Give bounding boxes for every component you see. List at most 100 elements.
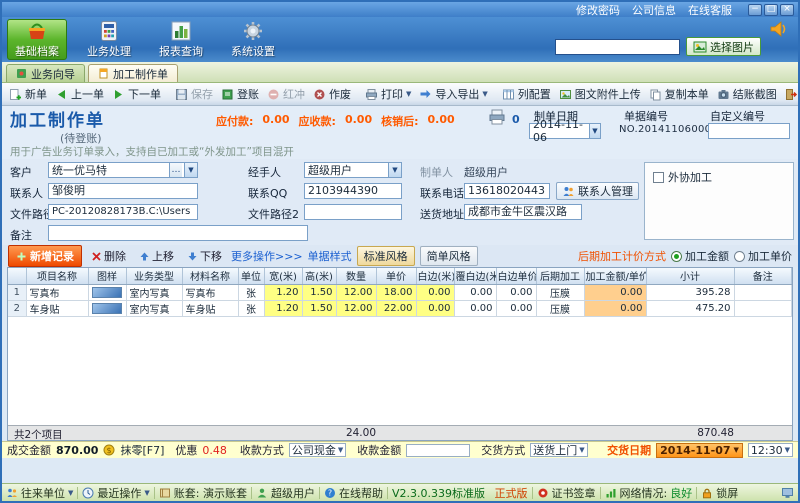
cell-remark[interactable] — [734, 284, 792, 301]
select-image-button[interactable]: 选择图片 — [686, 37, 761, 56]
cell-price[interactable]: 18.00 — [376, 284, 417, 301]
cell-qty[interactable]: 12.00 — [336, 284, 377, 301]
radio-process-unit-price[interactable]: 加工单价 — [734, 248, 792, 264]
new-order-button[interactable]: 新单 — [5, 84, 51, 104]
lock-screen-button[interactable]: 锁屏 — [701, 485, 738, 501]
cell-cover-edge[interactable]: 0.00 — [454, 300, 497, 317]
print-button[interactable]: 打印 ▼ — [361, 84, 415, 104]
cell-material[interactable]: 写真布 — [182, 284, 239, 301]
print-preview-icon[interactable] — [488, 109, 506, 125]
online-service-link[interactable]: 在线客服 — [688, 2, 732, 18]
cell-item-name[interactable]: 写真布 — [26, 284, 89, 301]
custom-no-field[interactable] — [708, 123, 790, 139]
cell-qty[interactable]: 12.00 — [336, 300, 377, 317]
cell-edge-price[interactable]: 0.00 — [496, 300, 537, 317]
qq-field[interactable]: 2103944390 — [304, 183, 402, 199]
delivery-time-picker[interactable]: 12:30 ▼ — [747, 443, 793, 457]
cell-business-type[interactable]: 室内写真 — [126, 284, 183, 301]
cell-image[interactable] — [88, 300, 127, 317]
horn-icon[interactable] — [769, 19, 789, 39]
cell-cover-edge[interactable]: 0.00 — [454, 284, 497, 301]
contact-field[interactable]: 邹俊明 — [48, 183, 198, 199]
phone-field[interactable]: 13618020443 — [464, 183, 550, 199]
register-button[interactable]: 登账 — [217, 84, 263, 104]
move-down-button[interactable]: 下移 — [183, 246, 226, 266]
browse-icon[interactable]: … — [169, 163, 182, 177]
remark-field[interactable] — [48, 225, 308, 241]
cell-item-name[interactable]: 车身贴 — [26, 300, 89, 317]
copy-order-button[interactable]: 复制本单 — [645, 84, 713, 104]
doc-style-link[interactable]: 单据样式 — [308, 248, 352, 264]
cell-material[interactable]: 车身贴 — [182, 300, 239, 317]
change-password-link[interactable]: 修改密码 — [576, 2, 620, 18]
partners-menu[interactable]: 往来单位 ▼ — [6, 485, 73, 501]
attachment-upload-button[interactable]: 图文附件上传 — [555, 84, 645, 104]
switch-background-icon[interactable] — [781, 487, 794, 499]
button-label: 列配置 — [517, 88, 551, 101]
cell-process-amount[interactable]: 0.00 — [584, 300, 647, 317]
delivery-method-combo[interactable]: 送货上门 ▼ — [530, 443, 588, 457]
tab-processing-order[interactable]: 加工制作单 — [88, 64, 178, 82]
cell-white-edge[interactable]: 0.00 — [416, 284, 455, 301]
outsource-checkbox[interactable]: 外协加工 — [653, 169, 793, 185]
certificate-button[interactable]: 证书签章 — [537, 485, 596, 501]
round-off-button[interactable]: 抹零[F7] — [120, 442, 164, 458]
online-help-button[interactable]: ? 在线帮助 — [324, 485, 383, 501]
item-thumbnail[interactable] — [92, 302, 122, 314]
prev-order-button[interactable]: 上一单 — [51, 84, 108, 104]
file-path2-field[interactable] — [304, 204, 402, 220]
add-record-button[interactable]: 新增记录 — [8, 245, 82, 267]
maximize-button[interactable]: □ — [764, 3, 778, 16]
void-button[interactable]: 作废 — [309, 84, 355, 104]
next-order-button[interactable]: 下一单 — [108, 84, 165, 104]
recent-operations-menu[interactable]: 最近操作 ▼ — [82, 485, 150, 501]
screenshot-button[interactable]: 结账截图 — [713, 84, 781, 104]
cell-width[interactable]: 1.20 — [264, 284, 303, 301]
contact-manager-button[interactable]: 联系人管理 — [556, 182, 639, 200]
cell-unit[interactable]: 张 — [238, 284, 265, 301]
wizard-icon — [17, 69, 26, 78]
payment-method-combo[interactable]: 公司现金 ▼ — [288, 443, 347, 457]
cell-edge-price[interactable]: 0.00 — [496, 284, 537, 301]
cell-post-process[interactable]: 压膜 — [536, 300, 585, 317]
nav-settings[interactable]: 系统设置 — [223, 19, 283, 60]
company-info-link[interactable]: 公司信息 — [632, 2, 676, 18]
red-flush-button[interactable]: 红冲 — [263, 84, 309, 104]
close-button[interactable]: × — [780, 3, 794, 16]
image-search-input[interactable] — [555, 39, 680, 55]
cell-unit[interactable]: 张 — [238, 300, 265, 317]
file-path-field[interactable]: PC-20120828173B.C:\Users — [48, 204, 198, 220]
cell-process-amount[interactable]: 0.00 — [584, 284, 647, 301]
nav-business[interactable]: 业务处理 — [79, 19, 139, 60]
minimize-button[interactable]: − — [748, 3, 762, 16]
delivery-date-picker[interactable]: 2014-11-07 ▼ — [656, 442, 743, 458]
address-field[interactable]: 成都市金牛区震汉路 — [464, 204, 582, 220]
radio-process-amount[interactable]: 加工金额 — [671, 248, 729, 264]
column-config-button[interactable]: 列配置 — [498, 84, 555, 104]
doc-date-picker[interactable]: 2014-11-06 ▼ — [529, 118, 601, 144]
save-button[interactable]: 保存 — [171, 84, 217, 104]
move-up-button[interactable]: 上移 — [135, 246, 178, 266]
customer-combo[interactable]: 统一优马特 … ▼ — [48, 162, 198, 178]
import-export-button[interactable]: 导入导出 ▼ — [415, 84, 491, 104]
cell-post-process[interactable]: 压膜 — [536, 284, 585, 301]
cell-height[interactable]: 1.50 — [302, 300, 337, 317]
more-operations-link[interactable]: 更多操作>>> — [231, 248, 303, 264]
cell-height[interactable]: 1.50 — [302, 284, 337, 301]
cell-remark[interactable] — [734, 300, 792, 317]
tab-business-wizard[interactable]: 业务向导 — [6, 64, 85, 82]
item-thumbnail[interactable] — [92, 286, 122, 298]
standard-style-button[interactable]: 标准风格 — [356, 246, 415, 266]
payment-amount-field[interactable] — [406, 443, 471, 457]
cell-business-type[interactable]: 室内写真 — [126, 300, 183, 317]
handler-combo[interactable]: 超级用户 ▼ — [304, 162, 402, 178]
delete-row-button[interactable]: 删除 — [87, 246, 130, 266]
exit-button[interactable]: 退出 — [781, 84, 798, 104]
cell-image[interactable] — [88, 284, 127, 301]
simple-style-button[interactable]: 简单风格 — [419, 246, 478, 266]
cell-price[interactable]: 22.00 — [376, 300, 417, 317]
nav-reports[interactable]: 报表查询 — [151, 19, 211, 60]
cell-white-edge[interactable]: 0.00 — [416, 300, 455, 317]
nav-basic-files[interactable]: 基础档案 — [7, 19, 67, 60]
cell-width[interactable]: 1.20 — [264, 300, 303, 317]
